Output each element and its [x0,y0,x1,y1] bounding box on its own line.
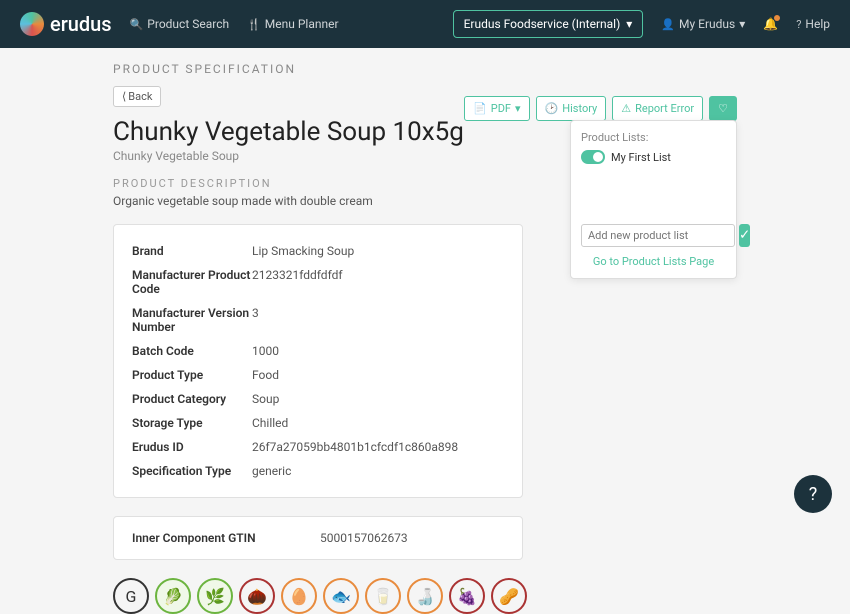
gluten-free-icon: G [113,578,149,614]
spec-row: BrandLip Smacking Soup [132,239,504,263]
add-list-input[interactable] [581,224,735,247]
allergen-icon: 🐟 [323,578,359,614]
history-button[interactable]: 🕑History [536,96,607,121]
gtin-card: Inner Component GTIN 5000157062673 [113,516,523,560]
spec-card: BrandLip Smacking Soup Manufacturer Prod… [113,224,523,498]
logo-icon [20,12,44,36]
spec-row: Batch Code1000 [132,339,504,363]
spec-row: Storage TypeChilled [132,411,504,435]
account-selector[interactable]: Erudus Foodservice (Internal) ▾ [453,10,644,38]
chevron-down-icon: ▾ [626,17,632,31]
nav-menu-planner[interactable]: 🍴 Menu Planner [247,17,338,31]
allergen-icon: 🥛 [365,578,401,614]
brand-name: erudus [50,12,112,36]
topbar: erudus 🔍 Product Search 🍴 Menu Planner E… [0,0,850,48]
allergen-icon: 🥜 [491,578,527,614]
chevron-down-icon: ▾ [739,17,745,31]
pdf-button[interactable]: 📄PDF▾ [464,96,529,121]
suitable-icon: 🥬 [155,578,191,614]
popup-title: Product Lists: [581,131,726,144]
heart-icon: ♡ [718,102,728,115]
product-list-item[interactable]: My First List [581,150,726,164]
spec-row: Product TypeFood [132,363,504,387]
spec-row: Manufacturer Version Number3 [132,301,504,339]
product-lists-popup: Product Lists: My First List ✓ Go to Pro… [570,120,737,279]
suitable-icon: 🌿 [197,578,233,614]
page-label: PRODUCT SPECIFICATION [0,48,850,86]
allergen-icon: 🥚 [281,578,317,614]
certification-icons: G 🥬 🌿 🌰 🥚 🐟 🥛 🍶 🍇 🥜 [113,578,737,614]
spec-row: Manufacturer Product Code2123321fddfdfdf [132,263,504,301]
chevron-down-icon: ▾ [515,102,521,115]
report-error-button[interactable]: ⚠Report Error [612,96,703,121]
back-button[interactable]: ⟨ Back [113,86,161,107]
warning-icon: ⚠ [621,102,631,115]
file-icon: 📄 [473,102,487,115]
product-lists-link[interactable]: Go to Product Lists Page [581,255,726,268]
notifications-icon[interactable]: 🔔 [763,17,778,31]
nav-my-erudus[interactable]: 👤 My Erudus ▾ [661,17,745,31]
user-icon: 👤 [661,18,675,31]
clock-icon: 🕑 [545,102,559,115]
search-icon: 🔍 [130,18,144,31]
spec-row: Product CategorySoup [132,387,504,411]
back-icon: ⟨ [122,90,126,103]
allergen-icon: 🍶 [407,578,443,614]
add-list-confirm[interactable]: ✓ [739,224,750,247]
favorite-button[interactable]: ♡ [709,96,737,121]
allergen-icon: 🌰 [239,578,275,614]
spec-row: Erudus ID26f7a27059bb4801b1cfcdf1c860a89… [132,435,504,459]
help-icon: ? [796,18,801,31]
list-toggle[interactable] [581,150,605,164]
allergen-icon: 🍇 [449,578,485,614]
nav-help[interactable]: ? Help [796,17,830,31]
fork-knife-icon: 🍴 [247,18,261,31]
help-fab[interactable]: ? [794,475,832,513]
brand-logo[interactable]: erudus [20,12,112,36]
nav-product-search[interactable]: 🔍 Product Search [130,17,230,31]
spec-row: Specification Typegeneric [132,459,504,483]
